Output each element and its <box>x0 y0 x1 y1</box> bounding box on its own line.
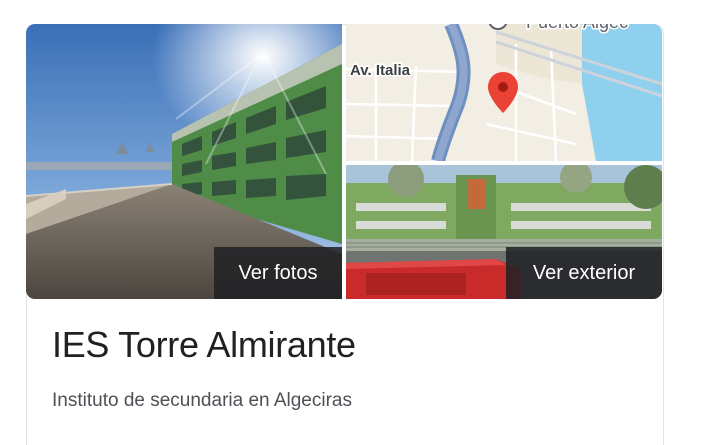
view-exterior-button[interactable]: Ver exterior <box>506 247 662 299</box>
map-image: Av. Italia Puerto Algec <box>346 24 662 161</box>
place-title: IES Torre Almirante <box>52 324 356 365</box>
map-street-label: Av. Italia <box>350 62 411 79</box>
view-photos-label: Ver fotos <box>238 261 318 284</box>
view-exterior-label: Ver exterior <box>532 261 636 284</box>
map-top-label: Puerto Algec <box>526 24 628 32</box>
exterior-photo[interactable]: Ver exterior <box>346 165 662 299</box>
view-photos-button[interactable]: Ver fotos <box>214 247 342 299</box>
map-thumbnail[interactable]: Av. Italia Puerto Algec <box>346 24 662 161</box>
place-category: Instituto de secundaria en Algeciras <box>52 390 352 411</box>
street-view-photo[interactable]: Ver fotos <box>26 24 342 299</box>
